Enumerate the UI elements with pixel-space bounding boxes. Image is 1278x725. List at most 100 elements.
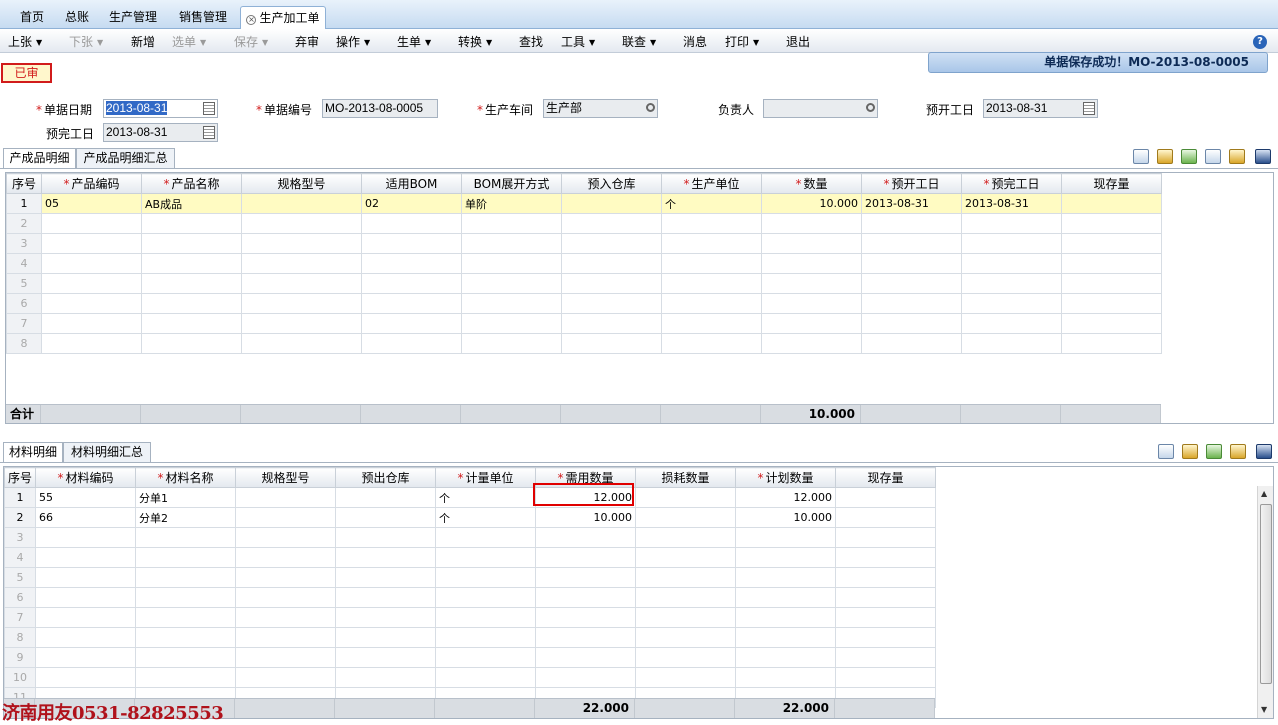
tab-production[interactable]: 生产管理: [100, 6, 166, 29]
tab-sales[interactable]: 销售管理: [170, 6, 236, 29]
table-cell[interactable]: [835, 507, 936, 528]
product-header-5[interactable]: BOM展开方式: [461, 173, 562, 194]
product-header-9[interactable]: * 预开工日: [861, 173, 962, 194]
table-cell[interactable]: [635, 527, 736, 548]
table-cell[interactable]: [141, 213, 242, 234]
table-cell[interactable]: [135, 627, 236, 648]
table-cell[interactable]: [835, 567, 936, 588]
table-cell[interactable]: [361, 233, 462, 254]
table-cell[interactable]: [141, 233, 242, 254]
material-header-5[interactable]: * 计量单位: [435, 467, 536, 488]
copy-icon[interactable]: [1133, 149, 1149, 164]
table-cell[interactable]: [461, 233, 562, 254]
material-header-3[interactable]: 规格型号: [235, 467, 336, 488]
menu-unaudit[interactable]: 弃审: [295, 33, 319, 50]
table-cell[interactable]: [435, 647, 536, 668]
table-cell[interactable]: [861, 213, 962, 234]
table-cell[interactable]: [35, 527, 136, 548]
table-cell[interactable]: [1061, 233, 1162, 254]
table-cell[interactable]: [141, 253, 242, 274]
workshop-field[interactable]: 生产部: [543, 99, 658, 118]
table-cell[interactable]: [661, 233, 762, 254]
table-cell[interactable]: [661, 293, 762, 314]
table-cell[interactable]: [235, 667, 336, 688]
material-header-8[interactable]: * 计划数量: [735, 467, 836, 488]
table-cell[interactable]: [461, 213, 562, 234]
table-cell[interactable]: [561, 273, 662, 294]
table-cell[interactable]: [241, 293, 362, 314]
table-cell[interactable]: [141, 273, 242, 294]
menu-operate[interactable]: 操作 ▼: [336, 33, 370, 50]
table-cell[interactable]: [335, 527, 436, 548]
table-cell[interactable]: [635, 587, 736, 608]
product-header-3[interactable]: 规格型号: [241, 173, 362, 194]
tab-production-order[interactable]: × 生产加工单: [240, 6, 326, 30]
menu-link-query[interactable]: 联查 ▼: [622, 33, 656, 50]
table-cell[interactable]: [461, 293, 562, 314]
table-cell[interactable]: [861, 293, 962, 314]
table-row[interactable]: 7: [4, 607, 936, 628]
table-row[interactable]: 2 66 分单2 个 10.000 10.000: [4, 507, 936, 528]
tab-material-summary[interactable]: 材料明细汇总: [63, 442, 151, 462]
table-cell[interactable]: [35, 587, 136, 608]
table-cell[interactable]: [135, 527, 236, 548]
product-header-11[interactable]: 现存量: [1061, 173, 1162, 194]
table-cell[interactable]: [635, 607, 736, 628]
table-cell[interactable]: 10.000: [735, 507, 836, 528]
table-cell[interactable]: [461, 333, 562, 354]
table-cell[interactable]: [361, 293, 462, 314]
table-cell[interactable]: 55: [35, 487, 136, 508]
table-cell[interactable]: [861, 233, 962, 254]
save-layout-icon[interactable]: [1255, 149, 1271, 164]
product-header-2[interactable]: * 产品名称: [141, 173, 242, 194]
table-cell[interactable]: [561, 193, 662, 214]
scroll-down-arrow-icon[interactable]: ▼: [1261, 705, 1267, 714]
table-cell[interactable]: [361, 253, 462, 274]
table-cell[interactable]: [661, 313, 762, 334]
table-row[interactable]: 1 05 AB成品 02 单阶个 10.000 2013-08-31 2013-08-31: [6, 193, 1162, 214]
table-cell[interactable]: [661, 213, 762, 234]
table-cell[interactable]: [635, 487, 736, 508]
table-row[interactable]: 7: [6, 313, 1162, 334]
calendar-icon[interactable]: [203, 102, 215, 115]
table-row[interactable]: 8: [6, 333, 1162, 354]
table-cell[interactable]: [761, 253, 862, 274]
table-cell[interactable]: [361, 313, 462, 334]
table-cell[interactable]: [435, 527, 536, 548]
table-cell[interactable]: [235, 487, 336, 508]
table-cell[interactable]: [761, 293, 862, 314]
table-cell[interactable]: [435, 567, 536, 588]
scroll-thumb[interactable]: [1260, 504, 1272, 684]
table-cell[interactable]: [141, 313, 242, 334]
table-cell[interactable]: [335, 647, 436, 668]
menu-generate[interactable]: 生单 ▼: [397, 33, 431, 50]
table-cell[interactable]: [735, 527, 836, 548]
table-cell[interactable]: [41, 333, 142, 354]
close-tab-icon[interactable]: ×: [246, 15, 257, 25]
table-cell[interactable]: 10.000: [761, 193, 862, 214]
table-cell[interactable]: [461, 273, 562, 294]
table-row[interactable]: 4: [6, 253, 1162, 274]
product-header-8[interactable]: * 数量: [761, 173, 862, 194]
doc-no-field[interactable]: MO-2013-08-0005: [322, 99, 438, 118]
table-cell[interactable]: [561, 233, 662, 254]
table-cell[interactable]: [735, 547, 836, 568]
tab-product-summary[interactable]: 产成品明细汇总: [76, 148, 175, 168]
table-cell[interactable]: [241, 233, 362, 254]
table-cell[interactable]: [461, 253, 562, 274]
table-cell[interactable]: [35, 547, 136, 568]
table-cell[interactable]: 分单1: [135, 487, 236, 508]
table-cell[interactable]: [1061, 293, 1162, 314]
table-cell[interactable]: [1061, 213, 1162, 234]
table-cell[interactable]: 10.000: [535, 507, 636, 528]
material-header-2[interactable]: * 材料名称: [135, 467, 236, 488]
help-icon[interactable]: ?: [1253, 35, 1267, 49]
table-row[interactable]: 6: [6, 293, 1162, 314]
table-cell[interactable]: [361, 273, 462, 294]
table-row[interactable]: 10: [4, 667, 936, 688]
table-cell[interactable]: [41, 273, 142, 294]
table-cell[interactable]: [561, 293, 662, 314]
table-row[interactable]: 3: [6, 233, 1162, 254]
table-cell[interactable]: [761, 233, 862, 254]
column-settings-icon[interactable]: [1229, 149, 1245, 164]
